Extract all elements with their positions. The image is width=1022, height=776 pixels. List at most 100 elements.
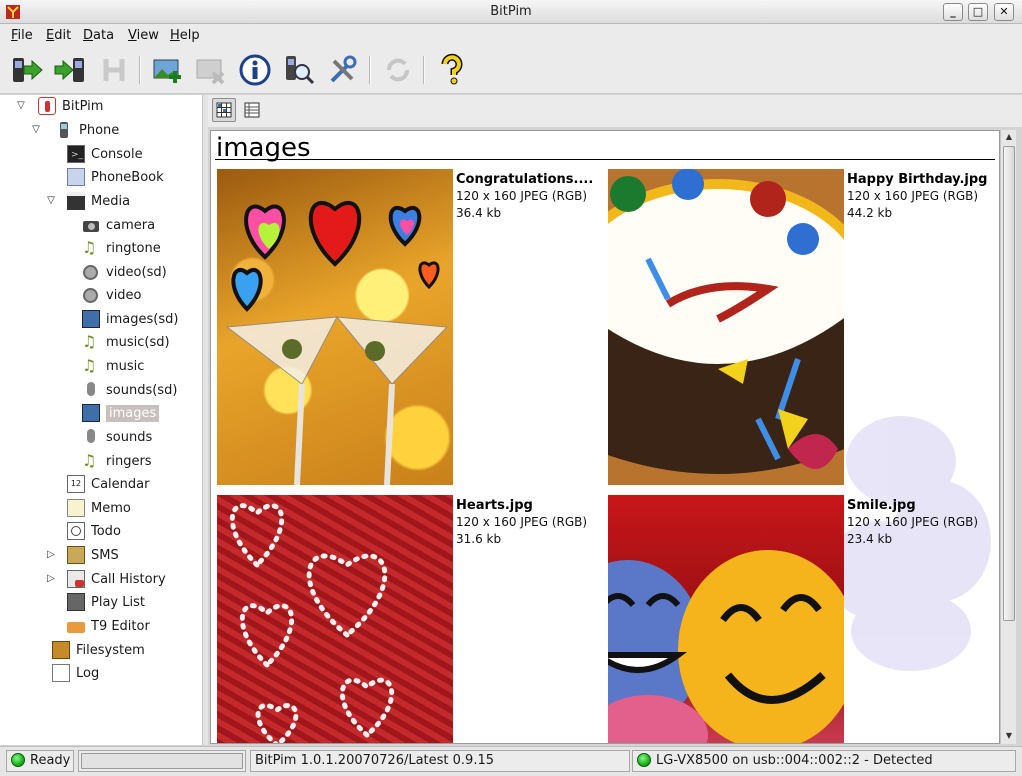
close-button[interactable]: ✕ [994, 3, 1014, 21]
scroll-up-arrow-icon[interactable]: ▲ [1002, 130, 1016, 144]
thumbnail-view-button[interactable] [212, 98, 236, 122]
menu-help[interactable]: Help [170, 28, 200, 43]
info-icon[interactable] [238, 53, 272, 87]
tree-item-memo[interactable]: Memo [67, 497, 131, 519]
detect-phone-icon[interactable] [282, 53, 316, 87]
card-title: Happy Birthday.jpg [847, 172, 988, 187]
tree-item-todo[interactable]: Todo [67, 520, 121, 542]
tree-item-music-sd[interactable]: ♫ music(sd) [82, 331, 170, 353]
bitpim-root-icon [38, 97, 56, 115]
tree-item-phone[interactable]: Phone [55, 119, 119, 141]
filesystem-cabinet-icon [52, 641, 70, 659]
media-clapper-icon [67, 192, 85, 210]
tree-item-bitpim[interactable]: BitPim [38, 95, 103, 117]
send-phone-data-icon[interactable] [53, 53, 87, 87]
sms-icon [67, 546, 85, 564]
view-toolbar [208, 95, 1022, 127]
tree-panel: ▽ BitPim ▽ Phone >_ Console PhoneBook ▽ … [0, 95, 203, 745]
scroll-down-arrow-icon[interactable]: ▼ [1002, 729, 1016, 743]
calendar-icon: 12 [67, 475, 85, 493]
list-view-button[interactable] [240, 98, 264, 122]
tree-item-video[interactable]: video [82, 284, 142, 306]
microphone-icon [82, 428, 100, 446]
tree-item-images-sd[interactable]: images(sd) [82, 308, 178, 330]
toolbar-separator [423, 56, 425, 84]
tree-item-call-history[interactable]: Call History [67, 568, 166, 590]
log-document-icon [52, 664, 70, 682]
tree-item-phonebook[interactable]: PhoneBook [67, 166, 164, 188]
thumbnail-congratulations[interactable] [217, 169, 453, 485]
tree-item-images[interactable]: images [82, 402, 160, 424]
status-bar: Ready BitPim 1.0.1.20070726/Latest 0.9.1… [0, 746, 1022, 776]
thumbnail-hearts[interactable] [217, 495, 453, 743]
card-filesize: 31.6 kb [456, 532, 502, 546]
menu-data[interactable]: Data [83, 28, 114, 43]
tree-item-t9-editor[interactable]: T9 Editor [67, 615, 150, 637]
phonebook-icon [67, 168, 85, 186]
music-note-icon: ♫ [82, 332, 97, 351]
menu-view[interactable]: View [128, 28, 159, 43]
panel-splitter[interactable] [203, 95, 208, 745]
expand-arrow-icon[interactable]: ▷ [45, 549, 57, 561]
hearts-martini-picture [225, 201, 449, 485]
maximize-button[interactable]: □ [968, 3, 988, 21]
menu-bar: File Edit Data View Help [0, 24, 1022, 48]
card-dimensions: 120 x 160 JPEG (RGB) [456, 515, 588, 529]
tree-item-media[interactable]: Media [67, 190, 130, 212]
thumbnail-smile[interactable] [608, 495, 844, 743]
device-status: LG-VX8500 on usb::004::002::2 - Detected [632, 750, 1016, 772]
card-filesize: 23.4 kb [847, 532, 893, 546]
delete-image-icon [196, 59, 225, 85]
tree-item-log[interactable]: Log [52, 662, 99, 684]
add-image-icon[interactable] [151, 53, 185, 87]
title-bar[interactable]: BitPim _ □ ✕ [0, 0, 1022, 24]
tree-item-sounds-sd[interactable]: sounds(sd) [82, 379, 177, 401]
get-phone-data-icon[interactable] [10, 53, 44, 87]
scrollbar-thumb[interactable] [1003, 146, 1015, 621]
tree-item-sms[interactable]: SMS [67, 544, 119, 566]
sparkle-hearts-picture [229, 503, 395, 743]
card-filesize: 36.4 kb [456, 206, 502, 220]
version-info: BitPim 1.0.1.20070726/Latest 0.9.15 [250, 750, 630, 772]
tree-item-music[interactable]: ♫ music [82, 355, 144, 377]
menu-file[interactable]: File [11, 28, 33, 43]
history-icon [103, 59, 125, 81]
camera-icon [82, 216, 100, 234]
card-dimensions: 120 x 160 JPEG (RGB) [456, 189, 588, 203]
menu-edit[interactable]: Edit [46, 28, 71, 43]
tree-item-ringers[interactable]: ♫ ringers [82, 450, 152, 472]
tree-item-video-sd[interactable]: video(sd) [82, 261, 167, 283]
image-icon [82, 404, 100, 422]
status-ready: Ready [6, 750, 74, 772]
vertical-scrollbar[interactable]: ▲ ▼ [1000, 130, 1016, 744]
card-title: Hearts.jpg [456, 498, 533, 513]
tree-item-console[interactable]: >_ Console [67, 143, 143, 165]
tree-item-calendar[interactable]: 12 Calendar [67, 473, 149, 495]
smiley-balloons-picture [608, 550, 844, 743]
collapse-arrow-icon[interactable]: ▽ [30, 124, 42, 136]
card-filesize: 44.2 kb [847, 206, 893, 220]
collapse-arrow-icon[interactable]: ▽ [15, 100, 27, 112]
call-history-icon [67, 570, 85, 588]
card-dimensions: 120 x 160 JPEG (RGB) [847, 515, 979, 529]
music-note-icon: ♫ [82, 356, 97, 375]
music-note-icon: ♫ [82, 238, 97, 257]
memo-pencil-icon [67, 499, 85, 517]
media-content-pane: images Congratulations.... 120 x 160 JPE… [210, 130, 1000, 744]
status-led-icon [11, 753, 25, 767]
expand-arrow-icon[interactable]: ▷ [45, 573, 57, 585]
settings-icon[interactable] [326, 53, 360, 87]
play-list-icon [67, 593, 85, 611]
tree-item-camera[interactable]: camera [82, 214, 155, 236]
tree-item-play-list[interactable]: Play List [67, 591, 145, 613]
collapse-arrow-icon[interactable]: ▽ [45, 195, 57, 207]
maximize-icon: □ [972, 5, 984, 18]
minimize-button[interactable]: _ [943, 3, 963, 21]
help-icon[interactable] [435, 53, 469, 87]
tree-item-sounds[interactable]: sounds [82, 426, 152, 448]
microphone-icon [82, 381, 100, 399]
video-reel-icon [82, 263, 100, 281]
tree-item-filesystem[interactable]: Filesystem [52, 639, 145, 661]
thumbnail-happy-birthday[interactable] [608, 169, 844, 485]
tree-item-ringtone[interactable]: ♫ ringtone [82, 237, 161, 259]
